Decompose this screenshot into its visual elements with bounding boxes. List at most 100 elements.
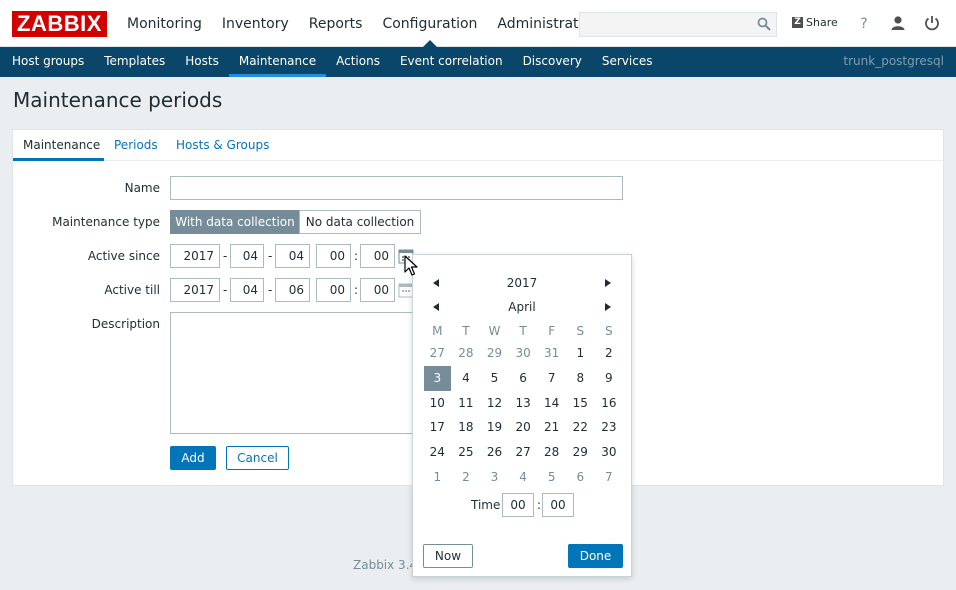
calendar-day[interactable]: 28 xyxy=(538,440,565,465)
name-input[interactable] xyxy=(170,176,623,200)
calendar-day[interactable]: 27 xyxy=(424,341,451,366)
calendar-day[interactable]: 1 xyxy=(424,465,451,490)
share-button[interactable]: Z Share xyxy=(792,16,838,29)
calendar-day[interactable]: 9 xyxy=(596,366,623,391)
calendar-day[interactable]: 7 xyxy=(538,366,565,391)
add-button[interactable]: Add xyxy=(170,446,216,470)
calendar-day[interactable]: 4 xyxy=(453,366,480,391)
search-icon[interactable] xyxy=(757,17,771,31)
since-year-input[interactable]: 2017 xyxy=(170,244,220,268)
weekday-header: M T W T F S S xyxy=(423,324,623,338)
till-day-input[interactable]: 06 xyxy=(275,278,310,302)
zabbix-logo[interactable]: ZABBIX xyxy=(12,11,107,37)
main-menu-inventory[interactable]: Inventory xyxy=(212,0,299,47)
sub-menu-services[interactable]: Services xyxy=(592,47,663,77)
calendar-day[interactable]: 10 xyxy=(424,391,451,416)
calendar-day[interactable]: 2 xyxy=(596,341,623,366)
calendar-day[interactable]: 20 xyxy=(510,415,537,440)
calendar-day[interactable]: 5 xyxy=(538,465,565,490)
tab-hosts-groups[interactable]: Hosts & Groups xyxy=(176,130,269,161)
calendar-day[interactable]: 24 xyxy=(424,440,451,465)
calendar-day[interactable]: 30 xyxy=(510,341,537,366)
calendar-day[interactable]: 8 xyxy=(567,366,594,391)
main-menu-reports[interactable]: Reports xyxy=(299,0,373,47)
calendar-popup: 2017 April M T W T F S S 27 28 29 30 31 1 2 3 4 5… xyxy=(412,254,632,577)
active-till-label: Active till xyxy=(104,283,160,297)
calendar-day[interactable]: 15 xyxy=(567,391,594,416)
calendar-day[interactable]: 6 xyxy=(567,465,594,490)
type-no-data-collection[interactable]: No data collection xyxy=(299,210,421,234)
calendar-days-grid: 27 28 29 30 31 1 2 3 4 5 6 7 8 9 10 11 12 13 14 15 16 17 18 19 2… xyxy=(423,341,623,490)
power-icon[interactable] xyxy=(923,14,941,32)
cancel-button[interactable]: Cancel xyxy=(226,446,289,470)
calendar-day[interactable]: 29 xyxy=(567,440,594,465)
form-tabs: Maintenance Periods Hosts & Groups xyxy=(13,130,943,161)
calendar-day[interactable]: 26 xyxy=(481,440,508,465)
calendar-day[interactable]: 19 xyxy=(481,415,508,440)
till-year-input[interactable]: 2017 xyxy=(170,278,220,302)
since-day-input[interactable]: 04 xyxy=(275,244,310,268)
name-label: Name xyxy=(124,181,160,195)
main-menu-monitoring[interactable]: Monitoring xyxy=(117,0,212,47)
next-month-arrow-icon[interactable] xyxy=(605,303,611,311)
sub-menu-hosts[interactable]: Hosts xyxy=(175,47,229,77)
user-icon[interactable] xyxy=(889,14,907,32)
till-sep-2: - xyxy=(268,283,273,297)
calendar-day[interactable]: 6 xyxy=(510,366,537,391)
calendar-day[interactable]: 4 xyxy=(510,465,537,490)
calendar-day[interactable]: 14 xyxy=(538,391,565,416)
calendar-minute-input[interactable]: 00 xyxy=(542,493,574,517)
calendar-day[interactable]: 22 xyxy=(567,415,594,440)
since-hour-input[interactable]: 00 xyxy=(316,244,351,268)
sub-menu-event-correlation[interactable]: Event correlation xyxy=(390,47,513,77)
calendar-day[interactable]: 3 xyxy=(481,465,508,490)
till-minute-input[interactable]: 00 xyxy=(360,278,395,302)
calendar-day[interactable]: 5 xyxy=(481,366,508,391)
sub-menu-actions[interactable]: Actions xyxy=(326,47,390,77)
help-icon[interactable]: ? xyxy=(855,14,873,32)
tab-maintenance[interactable]: Maintenance xyxy=(13,130,104,161)
type-with-data-collection[interactable]: With data collection xyxy=(170,210,300,234)
search-input[interactable] xyxy=(579,12,777,37)
calendar-year[interactable]: 2017 xyxy=(413,276,631,290)
server-name: trunk_postgresql xyxy=(843,54,944,68)
calendar-day[interactable]: 13 xyxy=(510,391,537,416)
calendar-day[interactable]: 23 xyxy=(596,415,623,440)
calendar-day[interactable]: 30 xyxy=(596,440,623,465)
calendar-day[interactable]: 27 xyxy=(510,440,537,465)
next-year-arrow-icon[interactable] xyxy=(605,279,611,287)
calendar-day[interactable]: 2 xyxy=(453,465,480,490)
till-hour-input[interactable]: 00 xyxy=(316,278,351,302)
calendar-day[interactable]: 25 xyxy=(453,440,480,465)
main-menu-configuration[interactable]: Configuration xyxy=(372,0,487,47)
calendar-day[interactable]: 12 xyxy=(481,391,508,416)
till-month-input[interactable]: 04 xyxy=(230,278,264,302)
calendar-day[interactable]: 17 xyxy=(424,415,451,440)
since-month-input[interactable]: 04 xyxy=(230,244,264,268)
done-button[interactable]: Done xyxy=(568,544,623,568)
description-label: Description xyxy=(91,317,160,331)
calendar-time-sep: : xyxy=(537,498,542,512)
calendar-day[interactable]: 1 xyxy=(567,341,594,366)
sub-menu-templates[interactable]: Templates xyxy=(94,47,175,77)
calendar-day[interactable]: 7 xyxy=(596,465,623,490)
calendar-day[interactable]: 21 xyxy=(538,415,565,440)
sub-menu-discovery[interactable]: Discovery xyxy=(513,47,592,77)
calendar-month[interactable]: April xyxy=(413,300,631,314)
calendar-day[interactable]: 11 xyxy=(453,391,480,416)
calendar-day[interactable]: 16 xyxy=(596,391,623,416)
calendar-day[interactable]: 18 xyxy=(453,415,480,440)
weekday-wed: W xyxy=(488,324,501,338)
sub-menu-host-groups[interactable]: Host groups xyxy=(0,47,94,77)
weekday-mon: M xyxy=(432,324,443,338)
since-minute-input[interactable]: 00 xyxy=(360,244,395,268)
calendar-day[interactable]: 29 xyxy=(481,341,508,366)
calendar-hour-input[interactable]: 00 xyxy=(502,493,534,517)
tab-periods[interactable]: Periods xyxy=(114,130,158,161)
calendar-day[interactable]: 31 xyxy=(538,341,565,366)
calendar-day[interactable]: 28 xyxy=(453,341,480,366)
now-button[interactable]: Now xyxy=(423,544,473,568)
sub-menu-maintenance[interactable]: Maintenance xyxy=(228,47,327,77)
calendar-day-selected[interactable]: 3 xyxy=(424,365,451,391)
since-sep-3: : xyxy=(354,249,359,263)
